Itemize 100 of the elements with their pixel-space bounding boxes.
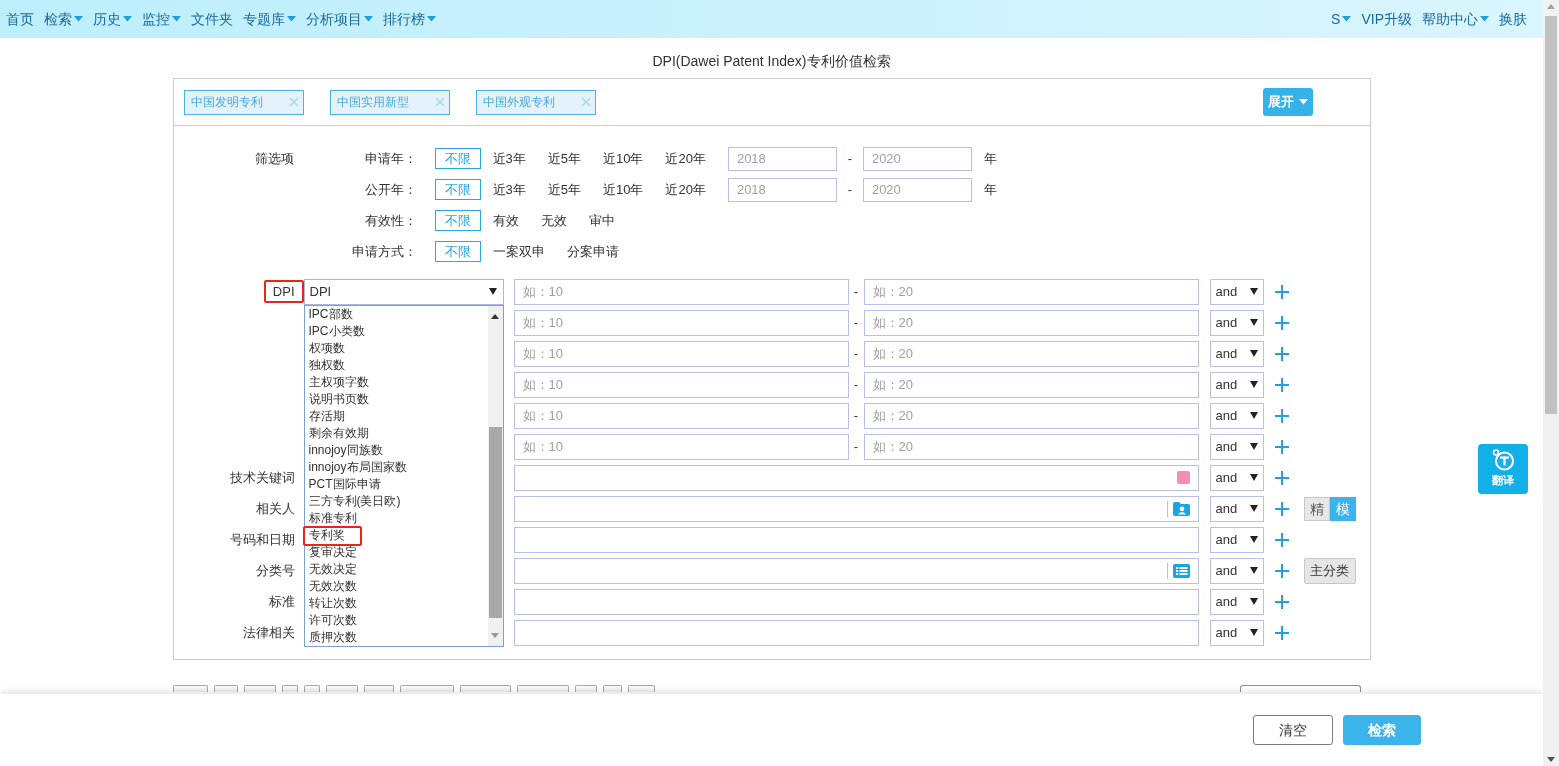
nav-link[interactable]: 首页 <box>6 9 34 29</box>
close-icon[interactable] <box>434 97 445 107</box>
operator-select[interactable]: and <box>1209 309 1264 336</box>
filter-option[interactable]: 近20年 <box>655 148 716 169</box>
text-field[interactable] <box>513 495 1199 522</box>
toolbar-button[interactable] <box>325 685 358 692</box>
scroll-down-icon[interactable] <box>1547 757 1555 762</box>
nav-link[interactable]: 排行榜 <box>383 9 436 29</box>
operator-select[interactable]: and <box>1209 278 1264 305</box>
add-icon[interactable] <box>1274 594 1289 609</box>
field-select[interactable]: DPI <box>303 278 504 305</box>
min-value-field[interactable]: 如：10 <box>513 340 849 367</box>
nav-link[interactable]: 分析项目 <box>306 9 373 29</box>
dropdown-option[interactable]: 三方专利(美日欧) <box>304 492 488 510</box>
toolbar-button[interactable] <box>627 685 655 692</box>
nav-link[interactable]: 换肤 <box>1499 9 1527 29</box>
min-value-field[interactable]: 如：10 <box>513 402 849 429</box>
scroll-up-icon[interactable] <box>491 313 499 319</box>
operator-select[interactable]: and <box>1209 340 1264 367</box>
max-value-field[interactable]: 如：20 <box>863 309 1199 336</box>
start-year-field[interactable]: 2018 <box>727 177 837 202</box>
max-value-field[interactable]: 如：20 <box>863 340 1199 367</box>
add-icon[interactable] <box>1274 625 1289 640</box>
nav-link[interactable]: 检索 <box>44 9 83 29</box>
end-year-field[interactable]: 2020 <box>862 177 972 202</box>
filter-option[interactable]: 一案双申 <box>482 241 555 262</box>
min-value-field[interactable]: 如：10 <box>513 309 849 336</box>
dropdown-option[interactable]: 主权项字数 <box>304 373 488 391</box>
operator-select[interactable]: and <box>1209 495 1264 522</box>
toolbar-button[interactable] <box>602 685 622 692</box>
filter-option[interactable]: 近5年 <box>537 179 591 200</box>
max-value-field[interactable]: 如：20 <box>863 278 1199 305</box>
text-field[interactable] <box>513 557 1199 584</box>
add-icon[interactable] <box>1274 501 1289 516</box>
filter-option[interactable]: 分案申请 <box>556 241 629 262</box>
filter-option[interactable]: 近3年 <box>482 148 536 169</box>
nav-link[interactable]: VIP升级 <box>1361 9 1412 29</box>
list-scrollbar-thumb[interactable] <box>488 426 502 618</box>
dropdown-option[interactable]: 转让次数 <box>304 594 488 612</box>
operator-select[interactable]: and <box>1209 402 1264 429</box>
operator-select[interactable]: and <box>1209 371 1264 398</box>
dropdown-option[interactable]: 剩余有效期 <box>304 424 488 442</box>
add-icon[interactable] <box>1274 408 1289 423</box>
dropdown-option[interactable]: 许可次数 <box>304 611 488 629</box>
nav-link[interactable]: 帮助中心 <box>1422 9 1489 29</box>
nav-link[interactable]: 文件夹 <box>191 9 233 29</box>
max-value-field[interactable]: 如：20 <box>863 433 1199 460</box>
min-value-field[interactable]: 如：10 <box>513 371 849 398</box>
nav-link[interactable]: 专题库 <box>243 9 296 29</box>
dropdown-option[interactable]: IPC部数 <box>304 305 488 323</box>
toolbar-button[interactable] <box>399 685 454 692</box>
max-value-field[interactable]: 如：20 <box>863 371 1199 398</box>
dropdown-option[interactable]: 无效决定 <box>304 560 488 578</box>
scrollbar-thumb[interactable] <box>1545 16 1557 414</box>
toolbar-button[interactable] <box>516 685 569 692</box>
dropdown-option[interactable]: 标准专利 <box>304 509 488 527</box>
max-value-field[interactable]: 如：20 <box>863 402 1199 429</box>
min-value-field[interactable]: 如：10 <box>513 278 849 305</box>
dropdown-option[interactable]: 独权数 <box>304 356 488 374</box>
dropdown-option[interactable]: 说明书页数 <box>304 390 488 408</box>
filter-option[interactable]: 近5年 <box>537 148 591 169</box>
toolbar-button[interactable] <box>363 685 394 692</box>
operator-select[interactable]: and <box>1209 464 1264 491</box>
dropdown-option[interactable]: 存活期 <box>304 407 488 425</box>
toolbar-button[interactable] <box>213 685 238 692</box>
person-folder-icon[interactable] <box>1172 501 1190 516</box>
dropdown-option[interactable]: innojoy布局国家数 <box>304 458 488 476</box>
dropdown-option[interactable]: innojoy同族数 <box>304 441 488 459</box>
min-value-field[interactable]: 如：10 <box>513 433 849 460</box>
nav-link[interactable]: S <box>1331 9 1352 29</box>
add-icon[interactable] <box>1274 439 1289 454</box>
text-field[interactable] <box>513 588 1199 615</box>
toolbar-button[interactable] <box>281 685 298 692</box>
toolbar-button[interactable] <box>1239 685 1361 692</box>
operator-select[interactable]: and <box>1209 433 1264 460</box>
operator-select[interactable]: and <box>1209 619 1264 646</box>
add-icon[interactable] <box>1274 377 1289 392</box>
start-year-field[interactable]: 2018 <box>727 146 837 171</box>
operator-select[interactable]: and <box>1209 557 1264 584</box>
text-field[interactable] <box>513 464 1199 491</box>
add-icon[interactable] <box>1274 532 1289 547</box>
dropdown-option[interactable]: 权项数 <box>304 339 488 357</box>
match-mode-toggle[interactable]: 精 <box>1303 496 1330 521</box>
filter-option[interactable]: 近10年 <box>592 179 654 200</box>
dropdown-option[interactable]: 无效次数 <box>304 577 488 595</box>
filter-option[interactable]: 近3年 <box>482 179 536 200</box>
dropdown-option[interactable]: PCT国际申请 <box>304 475 488 493</box>
dropdown-option[interactable]: 质押次数 <box>304 628 488 646</box>
dropdown-option[interactable]: IPC小类数 <box>304 322 488 340</box>
add-icon[interactable] <box>1274 284 1289 299</box>
operator-select[interactable]: and <box>1209 526 1264 553</box>
end-year-field[interactable]: 2020 <box>862 146 972 171</box>
operator-select[interactable]: and <box>1209 588 1264 615</box>
dropdown-option[interactable]: 专利奖 <box>304 526 488 544</box>
toolbar-button[interactable] <box>574 685 597 692</box>
text-field[interactable] <box>513 526 1199 553</box>
add-icon[interactable] <box>1274 470 1289 485</box>
main-class-button[interactable]: 主分类 <box>1303 557 1356 584</box>
text-field[interactable] <box>513 619 1199 646</box>
clear-button[interactable]: 清空 <box>1253 715 1333 745</box>
